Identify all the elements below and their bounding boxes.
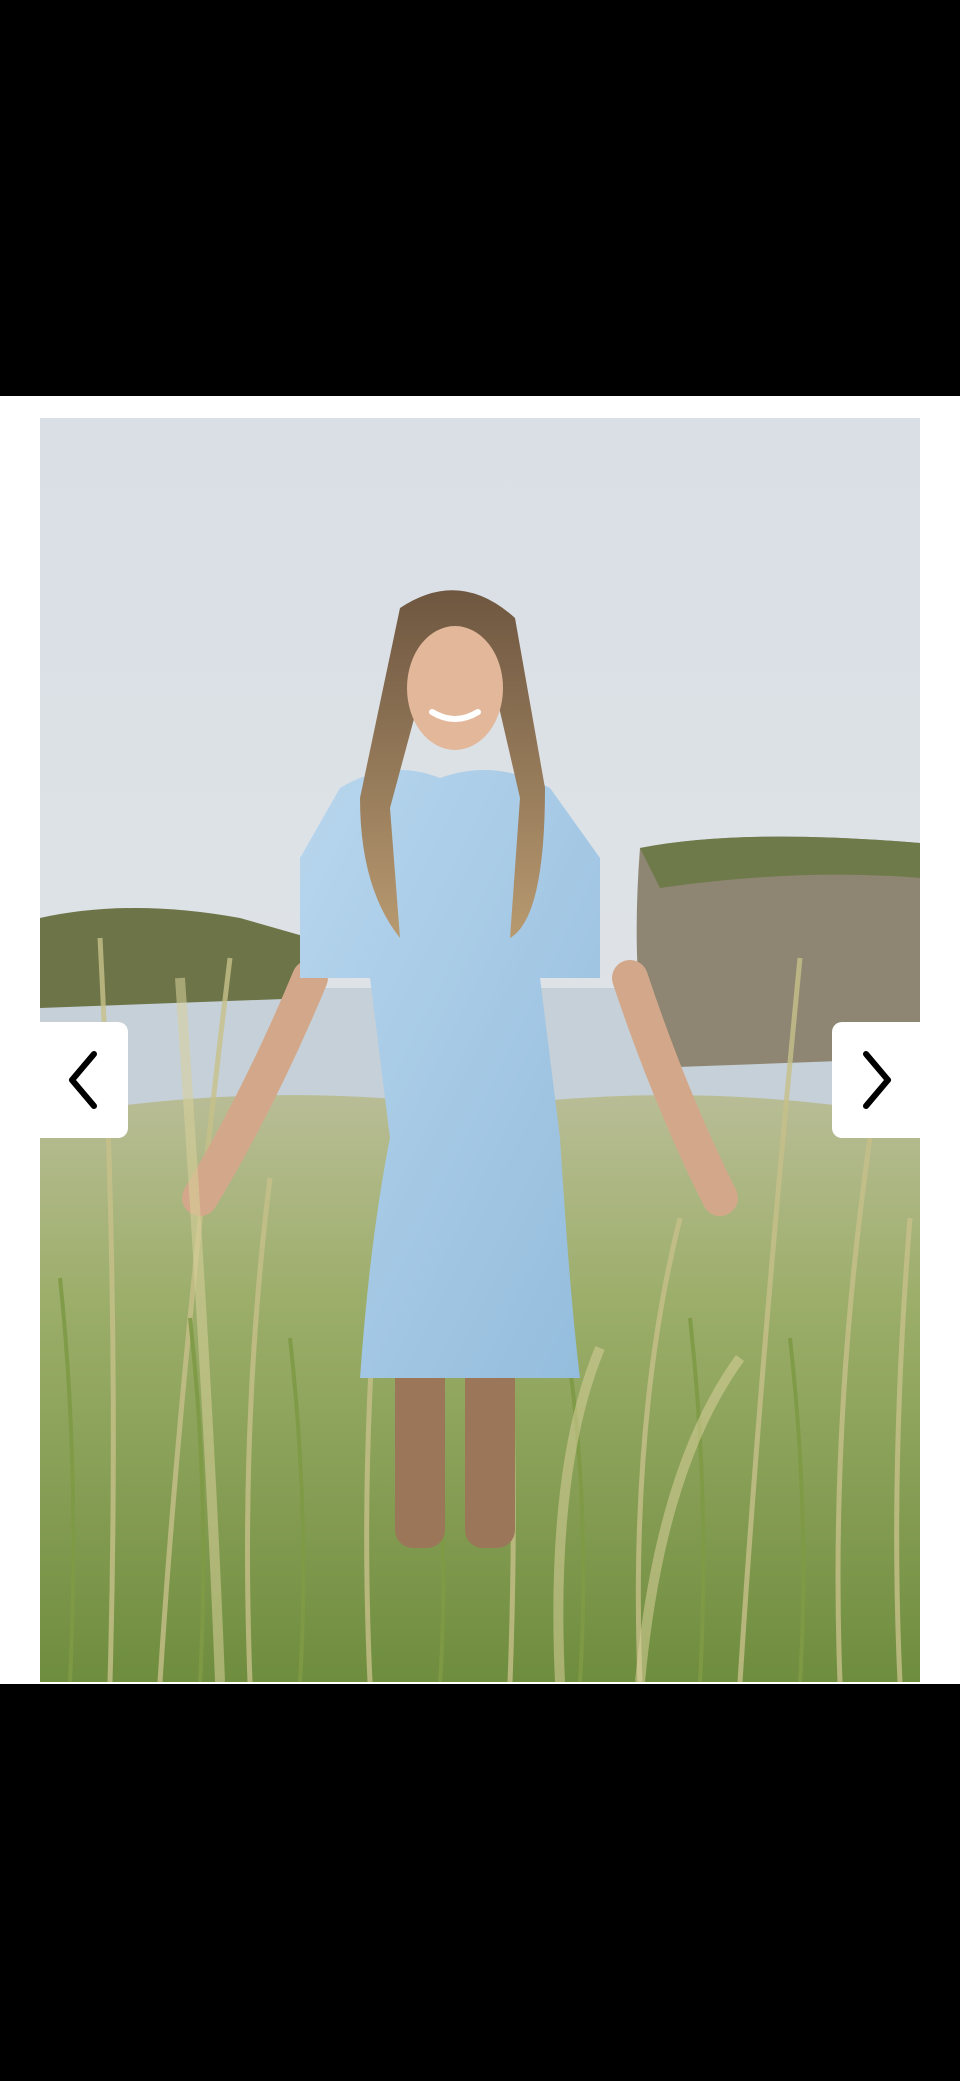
lightbox-frame (0, 396, 960, 1684)
photo-illustration (40, 418, 920, 1682)
product-photo[interactable] (40, 418, 920, 1682)
image-viewer-screen (0, 0, 960, 2081)
next-image-button[interactable] (832, 1022, 920, 1138)
previous-image-button[interactable] (40, 1022, 128, 1138)
chevron-right-icon (863, 1051, 891, 1109)
chevron-left-icon (69, 1051, 97, 1109)
